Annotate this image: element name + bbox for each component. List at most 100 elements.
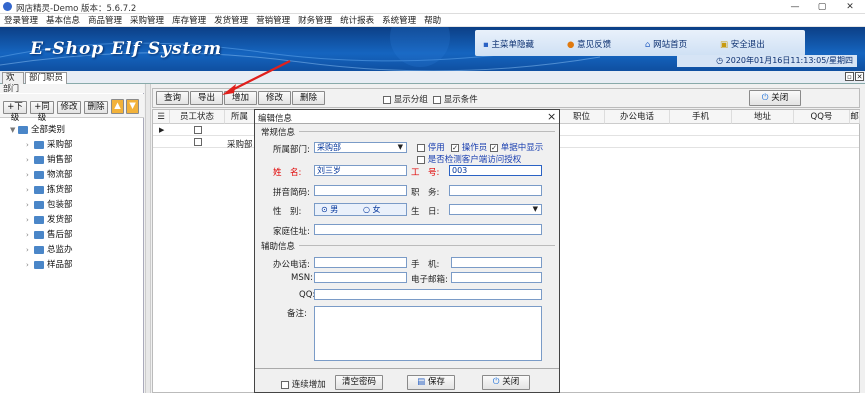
grid-header-status[interactable]: 员工状态 — [170, 110, 225, 124]
dialog-title-bar: 编辑信息 × — [255, 110, 559, 124]
maximize-button[interactable]: ▢ — [808, 0, 836, 14]
add-sibling-button[interactable]: +同级 — [30, 101, 54, 123]
power-icon: ⏻ — [761, 93, 772, 103]
folder-icon — [34, 245, 44, 254]
email-input[interactable] — [451, 272, 542, 283]
menu-inventory[interactable]: 库存管理 — [168, 14, 210, 27]
show-condition-checkbox[interactable]: 显示条件 — [433, 93, 478, 105]
move-down-icon[interactable]: ▼ — [126, 99, 139, 114]
website-link[interactable]: ⌂ 网站首页 — [645, 38, 687, 50]
expand-icon: › — [26, 231, 29, 239]
query-button[interactable]: 查询 — [156, 91, 189, 105]
grid-header-position[interactable]: 职位 — [559, 110, 605, 124]
pinyin-input[interactable] — [314, 185, 407, 196]
feedback-link[interactable]: ● 意见反馈 — [567, 38, 611, 50]
minimize-button[interactable]: — — [781, 0, 809, 14]
tree-item-shipping[interactable]: › 发货部 — [26, 213, 73, 225]
move-up-icon[interactable]: ▲ — [111, 99, 124, 114]
dept-select[interactable]: 采购部 ▼ — [314, 142, 407, 153]
logout-link[interactable]: ▣ 安全退出 — [720, 38, 765, 50]
menu-basic-info[interactable]: 基本信息 — [42, 14, 84, 27]
gender-male-radio[interactable]: ⊙ 男 — [321, 205, 338, 214]
tab-department-staff[interactable]: 部门职员 — [25, 72, 67, 84]
hide-menu-link[interactable]: ▪ 主菜单隐藏 — [483, 38, 534, 50]
menu-system[interactable]: 系统管理 — [378, 14, 420, 27]
home-address-input[interactable] — [314, 224, 542, 235]
menu-goods[interactable]: 商品管理 — [84, 14, 126, 27]
qq-label: QQ: — [299, 290, 316, 300]
continue-add-checkbox[interactable]: 连续增加 — [281, 378, 326, 390]
window-title: 网店精灵-Demo 版本：5.6.7.2 — [16, 4, 137, 14]
tree-item-packing[interactable]: › 包装部 — [26, 198, 73, 210]
menu-shipping[interactable]: 发货管理 — [210, 14, 252, 27]
mobile-input[interactable] — [451, 257, 542, 268]
expand-icon: › — [26, 141, 29, 149]
row-status-checkbox[interactable] — [194, 126, 202, 134]
row-status-checkbox[interactable] — [194, 138, 202, 146]
remark-label: 备注: — [287, 309, 307, 319]
feedback-icon: ● — [567, 40, 578, 50]
dialog-close-icon[interactable]: × — [547, 110, 556, 123]
expand-icon: › — [26, 216, 29, 224]
stop-checkbox[interactable]: 停用 — [417, 141, 445, 153]
menu-marketing[interactable]: 营销管理 — [252, 14, 294, 27]
show-in-bill-checkbox[interactable]: ✓ 单据中显示 — [490, 141, 543, 153]
window-close-button[interactable]: ✕ — [836, 0, 864, 14]
tree-item-picking[interactable]: › 拣货部 — [26, 183, 73, 195]
clear-password-button[interactable]: 清空密码 — [335, 375, 383, 390]
qq-input[interactable] — [314, 289, 542, 300]
annotation-arrow-icon — [222, 60, 291, 95]
expand-icon: › — [26, 156, 29, 164]
tab-welcome[interactable]: 欢迎 — [2, 72, 24, 94]
tree-item-logistics[interactable]: › 物流部 — [26, 168, 73, 180]
section-general: 常规信息 — [261, 128, 296, 138]
tree-root[interactable]: ▼ 全部类别 — [10, 123, 65, 135]
duty-input[interactable] — [449, 185, 542, 196]
power-icon: ⏻ — [492, 377, 503, 387]
section-aux: 辅助信息 — [261, 242, 296, 252]
menu-purchase[interactable]: 采购管理 — [126, 14, 168, 27]
menu-login[interactable]: 登录管理 — [0, 14, 42, 27]
grid-header-more[interactable]: 邮 — [850, 110, 860, 124]
tree-item-purchase[interactable]: › 采购部 — [26, 138, 73, 150]
tree-item-aftersales[interactable]: › 售后部 — [26, 228, 73, 240]
edit-dept-button[interactable]: 修改 — [57, 101, 81, 114]
grid-header-office-phone[interactable]: 办公电话 — [605, 110, 670, 124]
grid-header-address[interactable]: 地址 — [732, 110, 794, 124]
birthday-picker[interactable]: ▼ — [449, 204, 542, 215]
check-auth-checkbox[interactable]: 是否检测客户端访问授权 — [417, 153, 521, 165]
tab-close-icon[interactable]: ✕ — [855, 72, 864, 81]
office-phone-input[interactable] — [314, 257, 407, 268]
delete-dept-button[interactable]: 删除 — [84, 101, 108, 114]
code-input[interactable]: 003 — [449, 165, 542, 176]
add-child-button[interactable]: +下级 — [3, 101, 27, 123]
menu-finance[interactable]: 财务管理 — [294, 14, 336, 27]
tree-item-sales[interactable]: › 销售部 — [26, 153, 73, 165]
expand-icon: › — [26, 171, 29, 179]
dept-label: 所属部门: — [273, 145, 310, 155]
tree-item-director[interactable]: › 总监办 — [26, 243, 73, 255]
menu-reports[interactable]: 统计报表 — [336, 14, 378, 27]
msn-input[interactable] — [314, 272, 407, 283]
operator-checkbox[interactable]: ✓ 操作员 — [451, 141, 487, 153]
gender-female-radio[interactable]: ○ 女 — [363, 205, 381, 214]
expand-icon: › — [26, 246, 29, 254]
name-input[interactable]: 刘三岁 — [314, 165, 407, 176]
dialog-close-button[interactable]: ⏻ 关闭 — [482, 375, 530, 390]
panel-splitter[interactable] — [145, 84, 151, 393]
show-group-checkbox[interactable]: 显示分组 — [383, 93, 428, 105]
grid-header-dept[interactable]: 所属 — [225, 110, 255, 124]
app-logo: E-Shop Elf System — [30, 39, 223, 59]
home-address-label: 家庭住址: — [273, 227, 310, 237]
remark-textarea[interactable] — [314, 306, 542, 361]
toolbar-close-button[interactable]: ⏻ 关闭 — [749, 90, 801, 106]
gender-label: 性 别: — [273, 207, 302, 217]
save-button[interactable]: ▤ 保存 — [407, 375, 455, 390]
dropdown-arrow-icon: ▼ — [532, 205, 538, 213]
delete-button[interactable]: 删除 — [292, 91, 325, 105]
grid-header-mobile[interactable]: 手机 — [670, 110, 732, 124]
grid-header-qq[interactable]: QQ号 — [794, 110, 850, 124]
tree-item-samples[interactable]: › 样品部 — [26, 258, 73, 270]
menu-help[interactable]: 帮助 — [420, 14, 445, 27]
tab-restore-icon[interactable]: ▫ — [845, 72, 854, 81]
